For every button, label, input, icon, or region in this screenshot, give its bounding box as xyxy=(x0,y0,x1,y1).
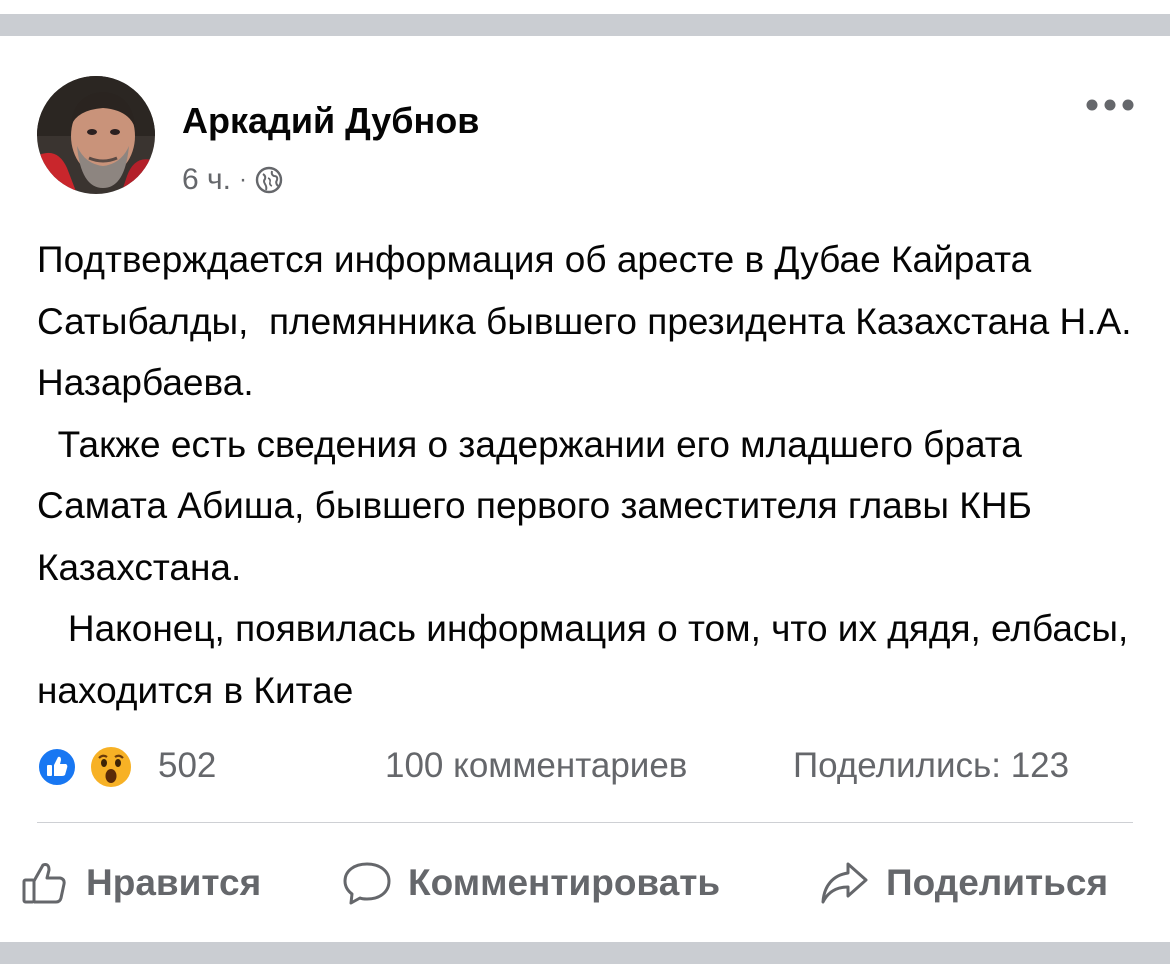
post-text: Подтверждается информация об аресте в Ду… xyxy=(37,229,1147,721)
comment-icon xyxy=(340,856,394,910)
share-button[interactable]: Поделиться xyxy=(818,855,1108,911)
like-reaction-icon xyxy=(37,747,77,787)
author-name[interactable]: Аркадий Дубнов xyxy=(182,100,479,142)
post-paragraph: Также есть сведения о задержании его мла… xyxy=(37,423,1043,588)
share-arrow-icon xyxy=(818,856,872,910)
author-avatar[interactable] xyxy=(37,76,155,194)
more-dots-icon[interactable] xyxy=(1084,92,1136,118)
share-count[interactable]: Поделились: 123 xyxy=(793,746,1069,786)
like-button[interactable]: Нравится xyxy=(18,855,261,911)
thumbs-up-icon xyxy=(18,856,72,910)
share-button-label: Поделиться xyxy=(886,862,1109,903)
reaction-count[interactable]: 502 xyxy=(158,746,216,786)
reaction-summary[interactable] xyxy=(37,744,135,792)
post-meta: 6 ч. · xyxy=(182,160,283,200)
comment-button-label: Комментировать xyxy=(408,862,721,903)
actions-divider xyxy=(37,822,1133,823)
post-paragraph: Наконец, появилась информация о том, что… xyxy=(37,608,1139,711)
post-paragraph: Подтверждается информация об аресте в Ду… xyxy=(37,239,1142,403)
post-timestamp[interactable]: 6 ч. xyxy=(182,163,231,197)
wow-reaction-icon xyxy=(88,744,134,790)
globe-icon[interactable] xyxy=(255,166,283,194)
like-button-label: Нравится xyxy=(86,862,262,903)
comment-button[interactable]: Комментировать xyxy=(340,855,720,911)
comment-count[interactable]: 100 комментариев xyxy=(385,746,687,786)
feed-separator-bottom xyxy=(0,942,1170,964)
meta-separator: · xyxy=(238,166,247,193)
feed-separator-top xyxy=(0,14,1170,36)
